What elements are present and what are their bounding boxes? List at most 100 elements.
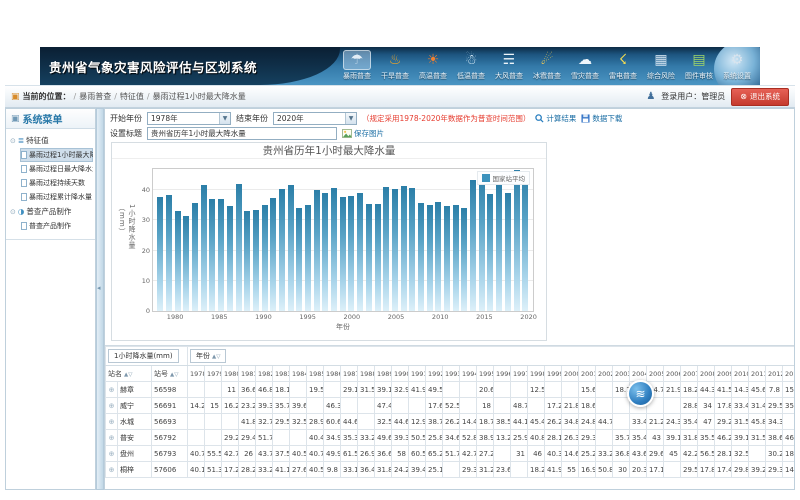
value-cell: 39.2 (749, 462, 766, 478)
chart-bar (444, 206, 450, 311)
chart-bar (227, 206, 233, 311)
row-expander-icon[interactable]: ⊕ (106, 398, 118, 414)
nav-item-drought[interactable]: ♨干旱普查 (376, 50, 414, 81)
chart-bar (401, 186, 407, 311)
nav-item-high-temp[interactable]: ☀高温普查 (414, 50, 452, 81)
value-cell: 18.5 (783, 446, 795, 462)
value-cell: 18 (477, 398, 494, 414)
value-cell (545, 382, 562, 398)
calc-result-button[interactable]: 计算结果 (535, 113, 576, 124)
sidebar-splitter[interactable]: ◂ (96, 108, 104, 490)
tree-expander-icon: ⊙ (10, 208, 16, 216)
value-cell: 41.9 (409, 382, 426, 398)
nav-item-risk[interactable]: ▦综合风险 (642, 50, 680, 81)
year-sort-control[interactable]: 年份▲▽ (190, 349, 226, 363)
value-cell: 36.4 (358, 462, 375, 478)
breadcrumb-item[interactable]: 暴雨普查 (79, 92, 111, 101)
tree-item[interactable]: 普查产品制作 (20, 219, 93, 233)
tree-group-1[interactable]: ⊙◑普查产品制作 (8, 204, 93, 219)
end-year-select[interactable]: 2020年 ▼ (273, 112, 357, 125)
value-cell: 30 (613, 462, 630, 478)
sort-arrows-icon[interactable]: ▲▽ (170, 372, 178, 378)
save-image-button[interactable]: 保存图片 (342, 128, 384, 139)
nav-item-review[interactable]: ▤图件审核 (680, 50, 718, 81)
value-cell: 29.8 (732, 462, 749, 478)
year-header-cell: 2009 (715, 366, 732, 382)
nav: ☂暴雨普查♨干旱普查☀高温普查☃低温普查☴大风普查☄冰雹普查☁雪灾普查☇雷电普查… (338, 50, 756, 81)
station-id-header[interactable]: 站号▲▽ (152, 366, 188, 382)
value-cell: 19.5 (307, 382, 324, 398)
floating-widget-icon[interactable]: ≋ (627, 380, 654, 407)
value-cell: 42.2 (681, 446, 698, 462)
row-expander-icon[interactable]: ⊕ (106, 446, 118, 462)
nav-item-settings[interactable]: ⚙系统设置 (718, 50, 756, 81)
chart-title-input[interactable] (147, 127, 337, 140)
value-cell: 32.9 (392, 382, 409, 398)
value-cell: 32.5 (290, 414, 307, 430)
tree-item-label: 暴雨过程持续天数 (29, 178, 85, 188)
value-cell: 41.5 (715, 382, 732, 398)
value-cell: 41.9 (545, 462, 562, 478)
data-download-button[interactable]: 数据下载 (581, 113, 622, 124)
sidebar: ▣ 系统菜单 ⊙≣特征值暴雨过程1小时最大降水量暴雨过程日最大降水量暴雨过程持续… (5, 108, 96, 490)
value-cell: 32.7 (256, 414, 273, 430)
station-id-cell: 57606 (152, 462, 188, 478)
tree-item[interactable]: 暴雨过程持续天数 (20, 176, 93, 190)
row-expander-icon[interactable]: ⊕ (106, 382, 118, 398)
value-cell: 65.2 (426, 446, 443, 462)
nav-item-rainstorm[interactable]: ☂暴雨普查 (338, 50, 376, 81)
value-cell: 51.7 (443, 446, 460, 462)
nav-item-wind[interactable]: ☴大风普查 (490, 50, 528, 81)
row-expander-icon[interactable]: ⊕ (106, 414, 118, 430)
y-tick-label: 0 (146, 307, 150, 315)
value-cell: 25.1 (426, 462, 443, 478)
value-cell (307, 398, 324, 414)
value-cell: 61.5 (341, 446, 358, 462)
tree-item[interactable]: 暴雨过程日最大降水量 (20, 162, 93, 176)
value-cell: 39.3 (256, 398, 273, 414)
start-year-select[interactable]: 1978年 ▼ (147, 112, 231, 125)
measure-label[interactable]: 1小时降水量(mm) (108, 349, 179, 363)
tree-item[interactable]: 暴雨过程1小时最大降水量 (20, 148, 93, 162)
nav-item-lightning[interactable]: ☇雷电普查 (604, 50, 642, 81)
station-name-cell: 水城 (118, 414, 152, 430)
nav-item-hail[interactable]: ☄冰雹普查 (528, 50, 566, 81)
x-tick-label: 1985 (211, 313, 228, 321)
nav-item-snow[interactable]: ☁雪灾普查 (566, 50, 604, 81)
value-cell (205, 430, 222, 446)
chart-bar (409, 188, 415, 311)
breadcrumb-item[interactable]: 特征值 (120, 92, 144, 101)
value-cell (290, 382, 307, 398)
value-cell: 55 (562, 462, 579, 478)
year-header-cell: 2000 (562, 366, 579, 382)
logout-button[interactable]: ⊗ 退出系统 (731, 88, 789, 106)
chart-bar (296, 208, 302, 311)
tree-item[interactable]: 暴雨过程累计降水量 (20, 190, 93, 204)
value-cell (613, 414, 630, 430)
value-cell: 38.7 (426, 414, 443, 430)
legend-label: 国家站平均 (493, 173, 526, 183)
row-expander-icon[interactable]: ⊕ (106, 462, 118, 478)
tree-group-0[interactable]: ⊙≣特征值 (8, 133, 93, 148)
row-expander-icon[interactable]: ⊕ (106, 430, 118, 446)
value-cell (664, 398, 681, 414)
value-cell: 49.5 (426, 382, 443, 398)
value-cell: 28.9 (307, 414, 324, 430)
chart-bar (236, 184, 242, 311)
sort-arrows-icon[interactable]: ▲▽ (212, 354, 220, 360)
breadcrumb-item[interactable]: 暴雨过程1小时最大降水量 (153, 92, 246, 101)
value-cell: 17.2 (545, 398, 562, 414)
user-icon: ♟ (646, 91, 655, 102)
station-id-cell: 56793 (152, 446, 188, 462)
station-name-cell: 桐梓 (118, 462, 152, 478)
value-cell: 45.4 (528, 414, 545, 430)
sort-arrows-icon[interactable]: ▲▽ (124, 372, 132, 378)
year-header-cell: 1987 (341, 366, 358, 382)
year-header-cell: 1978 (188, 366, 205, 382)
chart-bar (340, 197, 346, 311)
chart-bar (418, 203, 424, 311)
nav-item-low-temp[interactable]: ☃低温普查 (452, 50, 490, 81)
station-name-header[interactable]: 站名▲▽ (106, 366, 152, 382)
value-cell: 9.8 (324, 462, 341, 478)
location-icon: ▣ (11, 92, 20, 102)
